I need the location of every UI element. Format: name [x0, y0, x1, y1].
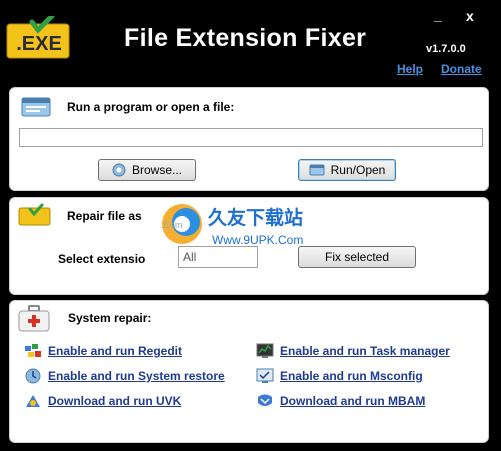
- regedit-label: Enable and run Regedit: [48, 344, 183, 358]
- repair-section-label: Repair file as: [67, 209, 142, 223]
- run-section-label: Run a program or open a file:: [67, 100, 235, 114]
- uvk-icon: [26, 395, 40, 407]
- close-button[interactable]: x: [466, 8, 474, 24]
- system-restore-icon: [25, 368, 41, 384]
- system-restore-label: Enable and run System restore: [48, 369, 225, 383]
- mbam-label: Download and run MBAM: [280, 394, 426, 408]
- first-aid-kit-icon: [18, 305, 50, 332]
- system-section-label: System repair:: [68, 311, 152, 325]
- help-link[interactable]: Help: [397, 62, 423, 76]
- task-manager-label: Enable and run Task manager: [280, 344, 450, 358]
- fix-selected-label: Fix selected: [324, 250, 390, 264]
- version-label: v1.7.0.0: [426, 43, 466, 55]
- browse-button[interactable]: Browse...: [98, 159, 196, 181]
- regedit-link[interactable]: Enable and run Regedit: [24, 343, 182, 359]
- exe-small-icon: [18, 203, 51, 226]
- msconfig-icon: [256, 368, 274, 383]
- browse-label: Browse...: [131, 163, 182, 177]
- system-restore-link[interactable]: Enable and run System restore: [24, 368, 225, 384]
- browse-icon: [112, 163, 126, 177]
- regedit-icon: [25, 344, 41, 357]
- uvk-label: Download and run UVK: [48, 394, 182, 408]
- run-panel: Run a program or open a file: Browse... …: [9, 87, 489, 191]
- svg-text:久友下载站: 久友下载站: [208, 206, 303, 229]
- svg-text:Www.9UPK.Com: Www.9UPK.Com: [212, 233, 303, 247]
- app-title: File Extension Fixer: [124, 24, 367, 52]
- select-extension-label: Select extensio: [58, 252, 146, 266]
- mbam-link[interactable]: Download and run MBAM: [256, 393, 425, 409]
- site-watermark: 久友下载站 Www.9UPK.Com Www.9UPK.Com: [160, 204, 303, 247]
- uvk-link[interactable]: Download and run UVK: [24, 393, 181, 409]
- task-manager-icon: [256, 343, 274, 358]
- msconfig-label: Enable and run Msconfig: [280, 369, 423, 383]
- msconfig-link[interactable]: Enable and run Msconfig: [256, 368, 423, 384]
- window-icon: [21, 97, 51, 117]
- run-open-label: Run/Open: [330, 163, 386, 177]
- task-manager-link[interactable]: Enable and run Task manager: [256, 343, 450, 359]
- mbam-icon: [258, 394, 272, 406]
- donate-link[interactable]: Donate: [441, 62, 482, 76]
- app-window: .EXE File Extension Fixer _ x v1.7.0.0 H…: [0, 0, 501, 451]
- svg-text:Www.9UPK.Com: Www.9UPK.Com: [160, 220, 183, 230]
- svg-text:.EXE: .EXE: [16, 33, 62, 55]
- system-panel: System repair: Enable and run Regedit En…: [9, 300, 489, 443]
- run-icon: [309, 164, 325, 176]
- run-open-button[interactable]: Run/Open: [298, 159, 396, 181]
- extension-select-value: All: [183, 250, 197, 264]
- exe-logo-icon: .EXE: [6, 16, 70, 59]
- minimize-button[interactable]: _: [434, 7, 442, 23]
- file-path-input[interactable]: [19, 128, 483, 147]
